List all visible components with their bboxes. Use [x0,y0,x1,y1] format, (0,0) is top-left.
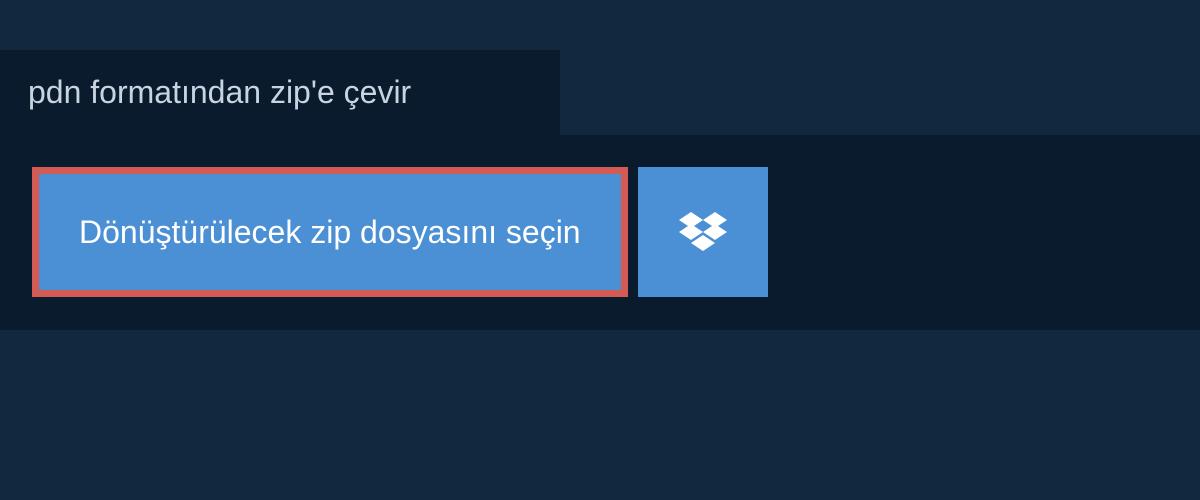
button-row: Dönüştürülecek zip dosyasını seçin [32,167,1168,297]
dropbox-icon [679,208,727,256]
page-title: pdn formatından zip'e çevir [28,74,411,111]
dropbox-button[interactable] [638,167,768,297]
content-panel: Dönüştürülecek zip dosyasını seçin [0,135,1200,330]
header-bar: pdn formatından zip'e çevir [0,50,560,135]
file-select-label: Dönüştürülecek zip dosyasını seçin [79,214,581,251]
file-select-button[interactable]: Dönüştürülecek zip dosyasını seçin [32,167,628,297]
